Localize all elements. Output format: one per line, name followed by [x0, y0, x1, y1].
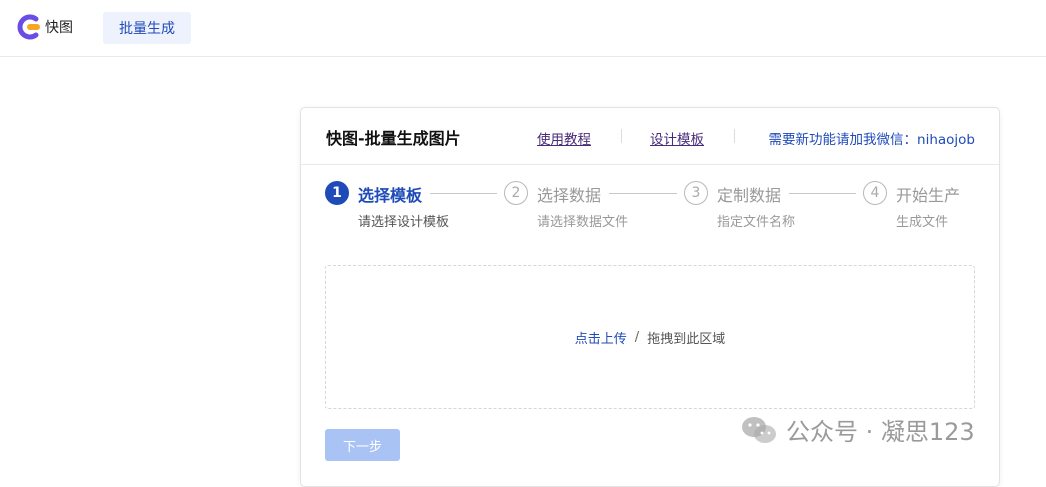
- next-step-button[interactable]: 下一步: [325, 429, 400, 461]
- tab-batch-generate[interactable]: 批量生成: [103, 12, 191, 44]
- step-description: 指定文件名称: [717, 215, 796, 230]
- step-number: 4: [863, 181, 887, 205]
- header-divider: [621, 129, 622, 143]
- design-template-link[interactable]: 设计模板: [650, 128, 704, 148]
- header-divider: [734, 129, 735, 143]
- step-title: 选择数据: [537, 186, 602, 205]
- watermark-text: 公众号 · 凝思123: [786, 418, 975, 446]
- step-number: 2: [504, 181, 528, 205]
- step-description: 请选择设计模板: [358, 215, 450, 230]
- click-upload-link[interactable]: 点击上传: [575, 328, 627, 347]
- top-bar: 快图 批量生成: [0, 0, 1046, 57]
- contact-info: 需要新功能请加我微信：nihaojob: [768, 132, 975, 148]
- upload-dropzone[interactable]: 点击上传 / 拖拽到此区域: [325, 265, 975, 409]
- app-name: 快图: [45, 20, 73, 36]
- kuaitu-logo-icon: [17, 14, 40, 40]
- card-header: 快图-批量生成图片 使用教程 设计模板 需要新功能请加我微信：nihaojob: [301, 108, 999, 165]
- drag-hint: 拖拽到此区域: [647, 331, 726, 347]
- step-description: 生成文件: [896, 215, 949, 230]
- card-title: 快图-批量生成图片: [326, 129, 461, 148]
- step-connector: [609, 193, 677, 194]
- tutorial-link[interactable]: 使用教程: [537, 128, 591, 148]
- step-connector: [430, 193, 497, 194]
- dropzone-separator: /: [634, 329, 640, 345]
- step-title: 开始生产: [896, 186, 961, 205]
- step-title: 定制数据: [717, 186, 782, 205]
- steps-indicator: 1 选择模板 请选择设计模板 2 选择数据 请选择数据文件 3 定制数据 指定文…: [325, 181, 975, 231]
- step-description: 请选择数据文件: [537, 215, 629, 230]
- wechat-icon: [742, 416, 776, 443]
- watermark: 公众号 · 凝思123: [740, 412, 975, 447]
- step-connector: [789, 193, 856, 194]
- step-number: 1: [325, 181, 349, 205]
- step-title: 选择模板: [358, 186, 423, 205]
- step-number: 3: [684, 181, 708, 205]
- app-logo[interactable]: 快图: [16, 14, 73, 40]
